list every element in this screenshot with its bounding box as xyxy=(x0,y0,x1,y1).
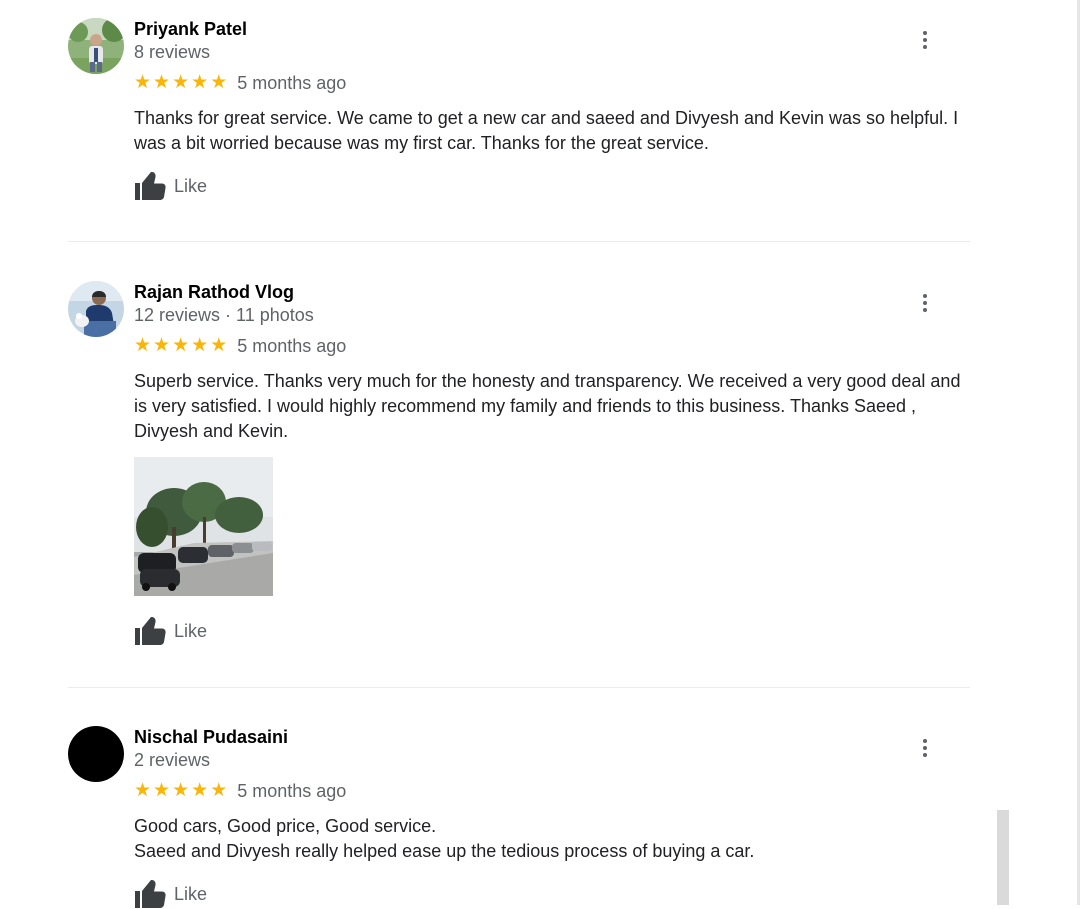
review-text-line: Good cars, Good price, Good service. xyxy=(134,816,437,836)
star-icon: ★ xyxy=(134,335,152,356)
avatar[interactable] xyxy=(68,726,124,782)
star-icon: ★ xyxy=(191,780,209,801)
reviewer-meta: 2 reviews xyxy=(134,750,211,770)
review-text-line: was a bit worried because was my first c… xyxy=(134,133,709,153)
more-options-button[interactable] xyxy=(913,28,937,52)
star-icon: ★ xyxy=(210,72,228,93)
review-divider xyxy=(68,687,970,688)
star-icon: ★ xyxy=(172,780,190,801)
review-divider xyxy=(68,241,970,242)
like-label: Like xyxy=(174,621,208,641)
review-card: Nischal Pudasaini 2 reviews ★ ★ ★ ★ ★ 5 … xyxy=(68,726,970,908)
star-rating: ★ ★ ★ ★ ★ xyxy=(134,73,227,93)
rating-row: ★ ★ ★ ★ ★ 5 months ago xyxy=(134,780,346,802)
star-icon: ★ xyxy=(153,72,171,93)
like-button[interactable]: Like xyxy=(134,616,207,646)
star-icon: ★ xyxy=(172,335,190,356)
more-options-button[interactable] xyxy=(913,291,937,315)
rating-row: ★ ★ ★ ★ ★ 5 months ago xyxy=(134,335,346,357)
review-text-line: is very satisfied. I would highly recomm… xyxy=(134,396,917,416)
star-icon: ★ xyxy=(191,72,209,93)
more-vert-icon xyxy=(923,294,927,298)
reviewer-name[interactable]: Priyank Patel xyxy=(134,18,247,40)
more-vert-icon xyxy=(923,739,927,743)
star-icon: ★ xyxy=(172,72,190,93)
review-photo[interactable] xyxy=(134,457,273,596)
review-card: Rajan Rathod Vlog 12 reviews · 11 photos… xyxy=(68,281,970,661)
review-card: Priyank Patel 8 reviews ★ ★ ★ ★ ★ 5 mont… xyxy=(68,18,970,208)
reviewer-meta: 8 reviews xyxy=(134,42,211,62)
review-time: 5 months ago xyxy=(237,73,347,93)
like-button[interactable]: Like xyxy=(134,171,207,201)
more-options-button[interactable] xyxy=(913,736,937,760)
rating-row: ★ ★ ★ ★ ★ 5 months ago xyxy=(134,72,346,94)
review-time: 5 months ago xyxy=(237,336,347,356)
star-rating: ★ ★ ★ ★ ★ xyxy=(134,336,227,356)
review-text-line: Superb service. Thanks very much for the… xyxy=(134,371,961,391)
reviewer-name[interactable]: Nischal Pudasaini xyxy=(134,726,288,748)
thumbs-up-icon xyxy=(135,172,166,200)
like-label: Like xyxy=(174,176,208,196)
star-icon: ★ xyxy=(134,72,152,93)
review-text-line: Saeed and Divyesh really helped ease up … xyxy=(134,841,755,861)
star-icon: ★ xyxy=(210,780,228,801)
avatar[interactable] xyxy=(68,281,124,337)
more-vert-icon xyxy=(923,31,927,35)
star-icon: ★ xyxy=(153,780,171,801)
star-icon: ★ xyxy=(153,335,171,356)
review-time: 5 months ago xyxy=(237,781,347,801)
star-icon: ★ xyxy=(134,780,152,801)
star-icon: ★ xyxy=(191,335,209,356)
reviewer-meta: 12 reviews · 11 photos xyxy=(134,305,314,325)
scrollbar-thumb[interactable] xyxy=(997,810,1009,905)
review-text: Good cars, Good price, Good service. Sae… xyxy=(134,814,970,864)
review-text-line: Divyesh and Kevin. xyxy=(134,421,289,441)
star-rating: ★ ★ ★ ★ ★ xyxy=(134,781,227,801)
thumbs-up-icon xyxy=(135,617,166,645)
review-text-line: Thanks for great service. We came to get… xyxy=(134,108,959,128)
reviewer-name[interactable]: Rajan Rathod Vlog xyxy=(134,281,294,303)
star-icon: ★ xyxy=(210,335,228,356)
review-text: Thanks for great service. We came to get… xyxy=(134,106,970,156)
avatar[interactable] xyxy=(68,18,124,74)
review-text: Superb service. Thanks very much for the… xyxy=(134,369,970,444)
like-label: Like xyxy=(174,884,208,904)
